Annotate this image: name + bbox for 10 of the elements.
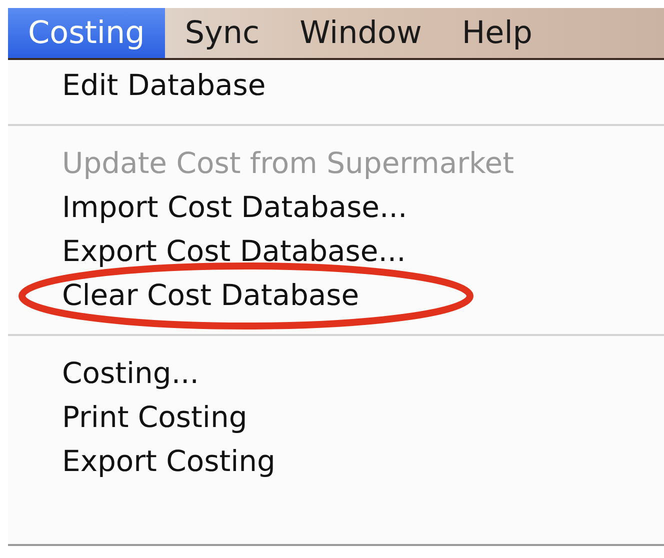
menu-item[interactable]: Export Costing — [62, 440, 276, 484]
menu-bar-item[interactable]: Help — [442, 8, 552, 58]
menu-item[interactable]: Print Costing — [62, 396, 248, 440]
menu-item[interactable]: Import Cost Database... — [62, 186, 408, 230]
menu-bar-item[interactable]: Window — [280, 8, 442, 58]
menu-item[interactable]: Costing... — [62, 352, 199, 396]
menu-bar-item[interactable]: Sync — [164, 8, 280, 58]
menu-item[interactable]: Edit Database — [62, 64, 266, 108]
menu-bar-item[interactable]: Costing — [8, 8, 165, 58]
menu-item[interactable]: Export Cost Database... — [62, 230, 406, 274]
